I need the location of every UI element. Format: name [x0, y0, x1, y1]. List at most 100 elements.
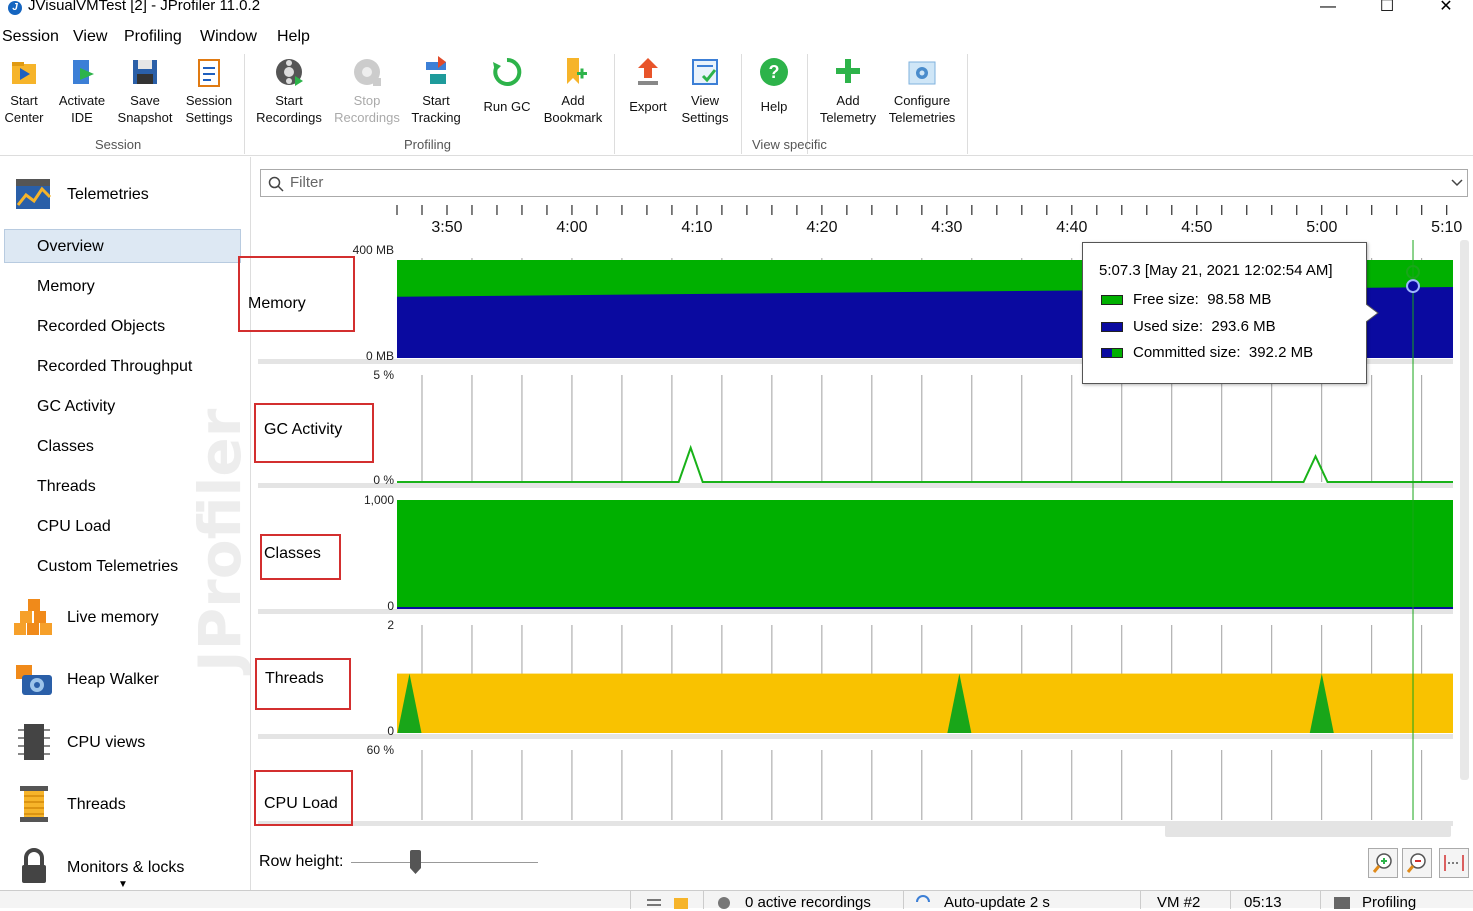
- row-label-cpu-load[interactable]: CPU Load: [254, 770, 353, 826]
- save-snapshot-button[interactable]: Save Snapshot: [115, 54, 175, 126]
- start-tracking-button[interactable]: Start Tracking: [407, 54, 465, 126]
- row-label-threads[interactable]: Threads: [255, 658, 351, 710]
- sidebar-threads[interactable]: Threads: [67, 796, 126, 814]
- row-separator: [258, 483, 1453, 488]
- row-label-cpu-load-text: CPU Load: [264, 795, 338, 812]
- sidebar-monitors-locks[interactable]: Monitors & locks: [67, 859, 184, 877]
- menu-help[interactable]: Help: [277, 28, 310, 46]
- heap-walker-icon: [16, 665, 52, 695]
- auto-update-icon[interactable]: [914, 895, 932, 909]
- chevron-down-icon[interactable]: [1451, 179, 1463, 187]
- start-recordings-label-1: Start: [275, 93, 303, 108]
- fit-to-window-button[interactable]: [1439, 848, 1469, 878]
- run-gc-button[interactable]: Run GC: [480, 54, 534, 115]
- status-autoupdate[interactable]: Auto-update 2 s: [944, 894, 1050, 911]
- used-size-swatch: [1101, 322, 1123, 333]
- sidebar-item-recorded-objects[interactable]: Recorded Objects: [37, 318, 165, 336]
- help-button[interactable]: ? Help: [750, 54, 798, 115]
- free-size-swatch: [1101, 295, 1123, 306]
- memory-tooltip: 5:07.3 [May 21, 2021 12:02:54 AM] Free s…: [1082, 242, 1367, 384]
- scroll-down-icon[interactable]: ▼: [118, 879, 128, 890]
- start-tracking-label-1: Start: [422, 93, 450, 108]
- sidebar-item-classes[interactable]: Classes: [37, 438, 94, 456]
- row-label-gc-activity[interactable]: GC Activity: [254, 403, 374, 463]
- start-center-label-2: Center: [4, 110, 44, 125]
- menu-session[interactable]: Session: [2, 28, 59, 46]
- help-label: Help: [760, 99, 788, 114]
- cursor-marker-used: [1406, 279, 1421, 294]
- sidebar-item-threads[interactable]: Threads: [37, 478, 96, 496]
- tooltip-committed-row: Committed size: 392.2 MB: [1101, 344, 1313, 361]
- filter-field[interactable]: Filter: [260, 169, 1468, 197]
- y-max-label: 1,000: [364, 493, 394, 507]
- folder-icon: [674, 898, 688, 909]
- menu-bar: Session View Profiling Window Help: [0, 24, 1473, 50]
- y-max-label: 5 %: [373, 368, 394, 382]
- status-separator: [1320, 891, 1321, 909]
- close-button[interactable]: ✕: [1426, 0, 1466, 18]
- start-tracking-label-2: Tracking: [411, 110, 461, 125]
- configure-telemetries-label-1: Configure: [893, 93, 951, 108]
- view-settings-icon: [692, 59, 718, 85]
- status-separator: [1230, 891, 1231, 909]
- tooltip-used-row: Used size: 293.6 MB: [1101, 318, 1276, 335]
- activate-ide-label-2: IDE: [71, 110, 93, 125]
- add-telemetry-icon: [836, 59, 860, 83]
- row-label-classes[interactable]: Classes: [260, 534, 341, 580]
- row-label-memory-text: Memory: [248, 295, 306, 312]
- menu-view[interactable]: View: [73, 28, 107, 46]
- sidebar-item-overview[interactable]: Overview: [37, 238, 104, 256]
- sidebar-heap-walker[interactable]: Heap Walker: [67, 671, 159, 689]
- toolbar-separator: [244, 54, 245, 154]
- maximize-button[interactable]: ☐: [1367, 0, 1407, 18]
- sidebar-item-recorded-throughput[interactable]: Recorded Throughput: [37, 358, 192, 376]
- status-bar: 0 active recordings Auto-update 2 s VM #…: [0, 890, 1473, 911]
- start-center-button[interactable]: Start Center: [0, 54, 48, 126]
- toolbar: Start Center Activate IDE Save Snapshot …: [0, 50, 1473, 156]
- session-settings-button[interactable]: Session Settings: [182, 54, 236, 126]
- status-recordings: 0 active recordings: [745, 894, 871, 911]
- save-snapshot-icon: [133, 60, 157, 84]
- sidebar-telemetries[interactable]: Telemetries: [67, 186, 149, 204]
- row-height-slider-track[interactable]: [351, 862, 538, 863]
- stop-recordings-label-1: Stop: [353, 93, 381, 108]
- monitors-locks-icon: [22, 848, 46, 883]
- status-vm: VM #2: [1157, 894, 1201, 911]
- horizontal-scrollbar[interactable]: [1165, 825, 1451, 837]
- toolbar-separator: [614, 54, 615, 154]
- threads-area: [397, 673, 1453, 733]
- sidebar-item-custom-telemetries[interactable]: Custom Telemetries: [37, 558, 178, 576]
- sidebar-cpu-views[interactable]: CPU views: [67, 734, 145, 752]
- add-bookmark-button[interactable]: Add Bookmark: [541, 54, 605, 126]
- menu-profiling[interactable]: Profiling: [124, 28, 182, 46]
- y-min-label: 0: [387, 599, 394, 613]
- menu-window[interactable]: Window: [200, 28, 257, 46]
- sidebar-item-cpu-load[interactable]: CPU Load: [37, 518, 111, 536]
- stop-recordings-button[interactable]: Stop Recordings: [332, 54, 402, 126]
- sidebar-live-memory[interactable]: Live memory: [67, 609, 159, 627]
- row-label-memory[interactable]: Memory: [238, 256, 355, 332]
- profiling-status-icon: [1334, 897, 1350, 909]
- sidebar-item-gc-activity[interactable]: GC Activity: [37, 398, 115, 416]
- group-label-view-specific: View specific: [752, 137, 827, 152]
- vertical-scrollbar[interactable]: [1460, 240, 1469, 780]
- add-telemetry-button[interactable]: Add Telemetry: [815, 54, 881, 126]
- minimize-button[interactable]: —: [1308, 0, 1348, 18]
- time-tick-label: 5:10: [1431, 219, 1462, 236]
- threads-spool-icon: [20, 786, 48, 822]
- add-telemetry-label-2: Telemetry: [819, 110, 877, 125]
- configure-telemetries-button[interactable]: Configure Telemetries: [886, 54, 958, 126]
- sidebar-item-memory[interactable]: Memory: [37, 278, 95, 296]
- export-button[interactable]: Export: [624, 54, 672, 115]
- session-settings-label-2: Settings: [185, 110, 233, 125]
- time-tick-label: 4:40: [1056, 219, 1087, 236]
- zoom-in-button[interactable]: [1368, 848, 1398, 878]
- row-height-slider-thumb[interactable]: [410, 850, 421, 874]
- activate-ide-button[interactable]: Activate IDE: [54, 54, 110, 126]
- time-tick-label: 4:00: [556, 219, 587, 236]
- add-bookmark-label-1: Add: [561, 93, 585, 108]
- row-background: [397, 375, 1453, 482]
- start-recordings-button[interactable]: Start Recordings: [254, 54, 324, 126]
- zoom-out-button[interactable]: [1402, 848, 1432, 878]
- view-settings-button[interactable]: View Settings: [676, 54, 734, 126]
